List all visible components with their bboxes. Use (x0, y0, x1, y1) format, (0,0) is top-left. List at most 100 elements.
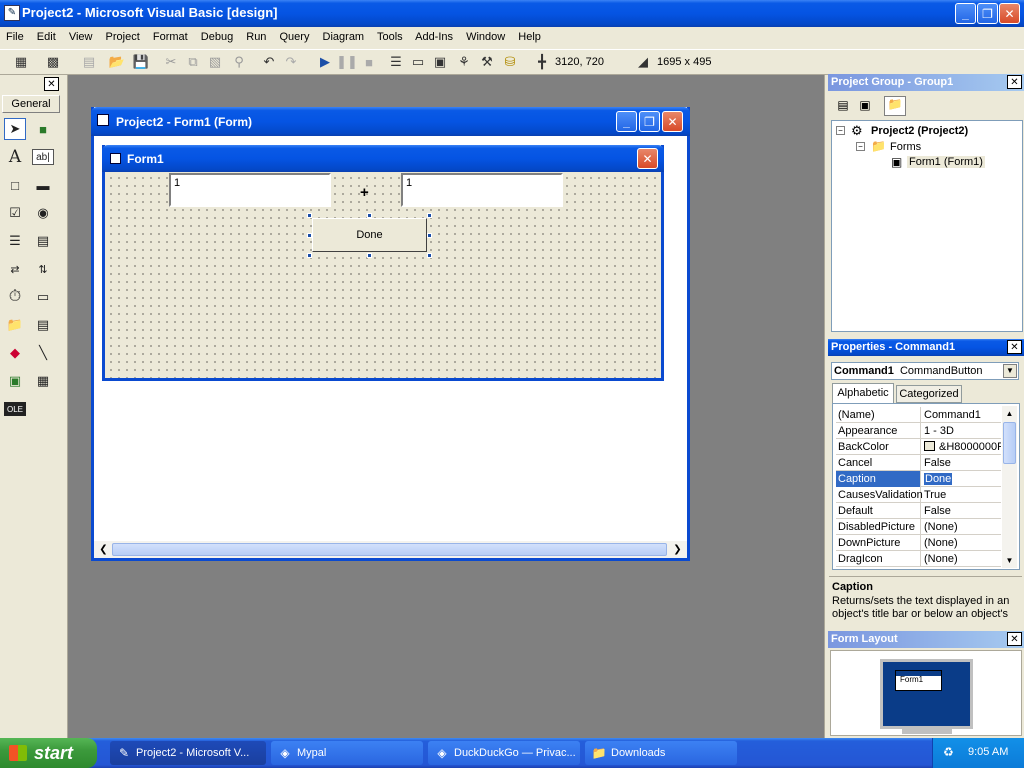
shape-icon[interactable]: ◆ (4, 342, 26, 364)
data-view-icon[interactable]: ⛁ (501, 53, 519, 71)
menu-window[interactable]: Window (466, 31, 505, 43)
menu-project[interactable]: Project (106, 31, 140, 43)
line-icon[interactable]: ╲ (32, 342, 54, 364)
property-value[interactable]: &H8000000F (939, 441, 1001, 453)
commandbutton-icon[interactable]: ▬ (32, 174, 54, 196)
tree-project-node[interactable]: Project2 (Project2) (871, 125, 968, 137)
menu-editor-icon[interactable]: ▤ (80, 53, 98, 71)
menu-debug[interactable]: Debug (201, 31, 233, 43)
form-layout-icon[interactable]: ▣ (431, 53, 449, 71)
taskbar-item-downloads[interactable]: 📁 Downloads (585, 741, 737, 765)
designer-close-button[interactable]: ✕ (662, 111, 683, 132)
property-value[interactable]: True (922, 487, 1001, 503)
property-row[interactable]: DisabledPicture (None) (836, 519, 1001, 535)
menu-tools[interactable]: Tools (377, 31, 403, 43)
property-row[interactable]: (Name) Command1 (836, 407, 1001, 423)
maximize-button[interactable]: ❐ (977, 3, 998, 24)
scroll-left-icon[interactable]: ❮ (96, 542, 111, 557)
taskbar-item-duckduckgo[interactable]: ◈ DuckDuckGo — Privac... (428, 741, 580, 765)
property-row[interactable]: Default False (836, 503, 1001, 519)
menu-help[interactable]: Help (518, 31, 541, 43)
listbox-icon[interactable]: ▤ (32, 230, 54, 252)
menu-run[interactable]: Run (246, 31, 266, 43)
property-scroll-thumb[interactable] (1003, 422, 1016, 464)
property-row[interactable]: DownPicture (None) (836, 535, 1001, 551)
menu-edit[interactable]: Edit (37, 31, 56, 43)
timer-icon[interactable]: ⏱ (4, 286, 26, 308)
property-row[interactable]: DragIcon (None) (836, 551, 1001, 567)
tray-icon[interactable]: ♻ (943, 745, 954, 759)
property-value[interactable]: (None) (922, 551, 1001, 567)
vscrollbar-icon[interactable]: ⇅ (32, 258, 54, 280)
toolbox-tab-general[interactable]: General (2, 95, 60, 113)
open-project-icon[interactable]: 📂 (108, 53, 126, 71)
add-project-icon[interactable]: ▦ (12, 53, 30, 71)
property-row[interactable]: Appearance 1 - 3D (836, 423, 1001, 439)
textbox-icon[interactable]: ab| (32, 149, 54, 165)
tab-categorized[interactable]: Categorized (896, 385, 962, 403)
properties-window-icon[interactable]: ▭ (409, 53, 427, 71)
resize-handle-tl[interactable] (307, 213, 312, 218)
tree-folder-collapse-icon[interactable]: − (856, 142, 865, 151)
object-browser-icon[interactable]: ⚘ (455, 53, 473, 71)
property-vscrollbar[interactable]: ▲ ▼ (1002, 406, 1017, 568)
toolbox-icon[interactable]: ⚒ (478, 53, 496, 71)
label-icon[interactable]: A (4, 146, 26, 168)
object-selector[interactable]: Command1 CommandButton ▼ (831, 362, 1019, 380)
end-icon[interactable]: ■ (360, 53, 378, 71)
scroll-down-icon[interactable]: ▼ (1002, 553, 1017, 568)
designer-hscrollbar[interactable]: ❮ ❯ (94, 541, 687, 558)
text1-input[interactable]: 1 (169, 173, 331, 207)
drivelistbox-icon[interactable]: ▭ (32, 286, 54, 308)
property-row[interactable]: BackColor &H8000000F (836, 439, 1001, 455)
text2-input[interactable]: 1 (401, 173, 563, 207)
project-explorer-icon[interactable]: ☰ (387, 53, 405, 71)
property-row[interactable]: Cancel False (836, 455, 1001, 471)
resize-handle-tc[interactable] (367, 213, 372, 218)
pointer-icon[interactable]: ➤ (4, 118, 26, 140)
resize-handle-br[interactable] (427, 253, 432, 258)
tree-form1-node[interactable]: Form1 (Form1) (907, 156, 985, 168)
property-value[interactable]: (None) (922, 519, 1001, 535)
scroll-thumb[interactable] (112, 543, 667, 556)
frame-icon[interactable]: □ (4, 174, 26, 196)
ole-icon[interactable]: OLE (4, 402, 26, 416)
menu-file[interactable]: File (6, 31, 24, 43)
copy-icon[interactable]: ⧉ (184, 53, 202, 71)
taskbar-item-vb[interactable]: ✎ Project2 - Microsoft V... (110, 741, 266, 765)
save-project-icon[interactable]: 💾 (132, 53, 150, 71)
start-button[interactable]: start (0, 738, 97, 768)
toggle-folders-icon[interactable]: 📁 (884, 96, 906, 116)
data-control-icon[interactable]: ▦ (32, 370, 54, 392)
view-code-icon[interactable]: ▤ (834, 98, 852, 114)
tab-alphabetic[interactable]: Alphabetic (832, 383, 894, 403)
property-value[interactable]: Command1 (922, 407, 1001, 423)
find-icon[interactable]: ⚲ (230, 53, 248, 71)
dirlistbox-icon[interactable]: 📁 (4, 314, 26, 336)
hscrollbar-icon[interactable]: ⇄ (4, 258, 26, 280)
form1-close-button[interactable]: ✕ (637, 148, 658, 169)
form-layout-close-icon[interactable]: ✕ (1007, 632, 1022, 646)
property-row-selected[interactable]: Caption Done (836, 471, 1001, 487)
tree-forms-node[interactable]: Forms (890, 141, 921, 153)
property-value[interactable]: False (922, 455, 1001, 471)
done-button[interactable]: Done (312, 218, 427, 252)
menu-diagram[interactable]: Diagram (323, 31, 365, 43)
scroll-right-icon[interactable]: ❯ (670, 542, 685, 557)
property-row[interactable]: CausesValidation True (836, 487, 1001, 503)
picturebox-icon[interactable]: ■ (32, 118, 54, 140)
taskbar-item-mypal[interactable]: ◈ Mypal (271, 741, 423, 765)
resize-handle-bl[interactable] (307, 253, 312, 258)
add-form-icon[interactable]: ▩ (44, 53, 62, 71)
properties-close-icon[interactable]: ✕ (1007, 340, 1022, 354)
menu-query[interactable]: Query (280, 31, 310, 43)
property-value-cell[interactable]: &H8000000F (922, 439, 1001, 455)
combobox-icon[interactable]: ☰ (4, 230, 26, 252)
menu-format[interactable]: Format (153, 31, 188, 43)
redo-icon[interactable]: ↷ (282, 53, 300, 71)
cut-icon[interactable]: ✂ (162, 53, 180, 71)
property-value[interactable]: 1 - 3D (922, 423, 1001, 439)
resize-handle-ml[interactable] (307, 233, 312, 238)
menu-add-ins[interactable]: Add-Ins (415, 31, 453, 43)
start-icon[interactable]: ▶ (316, 53, 334, 71)
